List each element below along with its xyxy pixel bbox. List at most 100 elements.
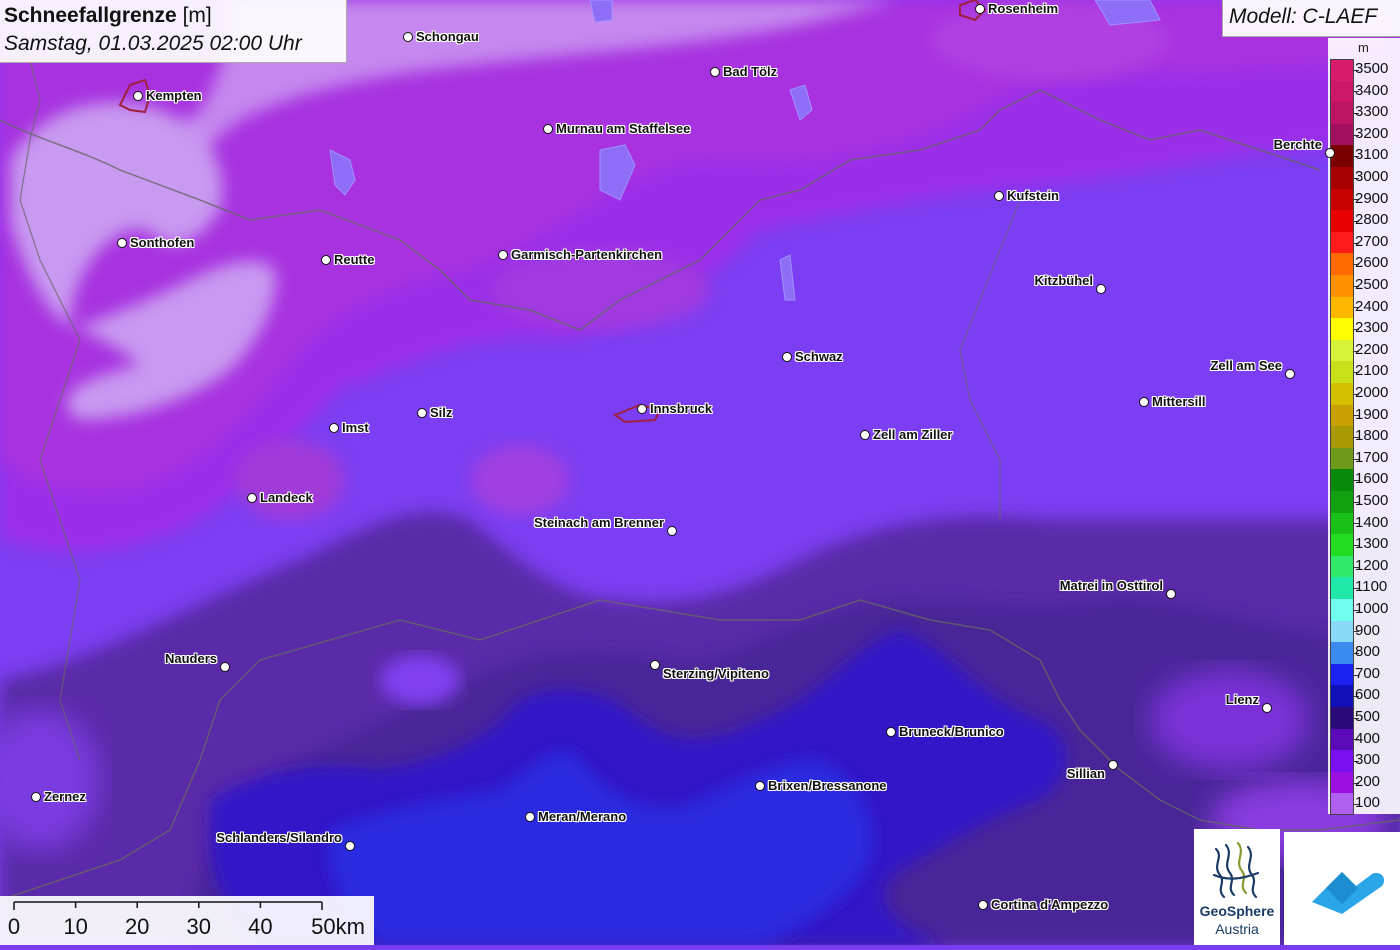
town-dot-icon (525, 812, 535, 822)
town-dot-icon (345, 841, 355, 851)
geosphere-emblem-icon (1212, 841, 1260, 899)
town-name: Bad Tölz (723, 64, 778, 79)
town-dot-icon (1285, 369, 1295, 379)
town-name: Steinach am Brenner (533, 515, 664, 530)
town-dot-icon (1325, 148, 1335, 158)
title-box: Schneefallgrenze [m] Samstag, 01.03.2025… (0, 0, 347, 63)
legend-label: 1300 (1355, 535, 1389, 553)
legend-unit: m (1358, 40, 1369, 55)
legend-label: 1400 (1355, 513, 1389, 531)
town-dot-icon (498, 250, 508, 260)
town-dot-icon (403, 32, 413, 42)
town-dot-icon (1108, 760, 1118, 770)
model-label: Modell: C-LAEF (1229, 5, 1378, 28)
town-dot-icon (1139, 397, 1149, 407)
town-dot-icon (220, 662, 230, 672)
town-dot-icon (710, 67, 720, 77)
zone-250m-patch (490, 250, 710, 330)
town-dot-icon (637, 404, 647, 414)
town-name: Silz (430, 405, 453, 420)
zone-250m-patch (470, 445, 570, 515)
town-name: Schlanders/Silandro (216, 830, 342, 845)
town-name: Berchte (1273, 137, 1322, 152)
legend-border (1330, 59, 1354, 815)
legend-label: 400 (1355, 729, 1381, 747)
town-name: Sterzing/Vipiteno (663, 666, 769, 681)
town-name: Sonthofen (130, 235, 195, 250)
town-name: Brixen/Bressanone (768, 778, 887, 793)
town-dot-icon (978, 900, 988, 910)
town-dot-icon (782, 352, 792, 362)
map-title: Schneefallgrenze [m] (4, 4, 212, 28)
town-name: Matrei in Osttirol (1059, 578, 1163, 593)
town-name: Imst (342, 420, 369, 435)
town-name: Reutte (334, 252, 375, 267)
scale-bar: 0 10 20 30 40 50km (0, 896, 374, 945)
town-name: Bruneck/Brunico (899, 724, 1004, 739)
legend-label: 1100 (1355, 578, 1388, 596)
geosphere-logo[interactable]: GeoSphere Austria (1194, 829, 1280, 945)
town-name: Schwaz (795, 349, 843, 364)
town-name: Innsbruck (650, 401, 713, 416)
legend-label: 2200 (1355, 340, 1389, 358)
scale-label: 10 (63, 914, 88, 939)
town-name: Sillian (1066, 766, 1105, 781)
town-name: Mittersill (1152, 394, 1206, 409)
legend-label: 1500 (1355, 492, 1389, 509)
legend-label: 1700 (1355, 448, 1389, 466)
map-title-unit: [m] (182, 4, 212, 27)
town-dot-icon (417, 408, 427, 418)
color-legend: m 3500 3400 3300 3200 3100 3000 2900 2800 2700 26… (1328, 38, 1400, 816)
town-name: Kempten (146, 88, 202, 103)
town-name: Zernez (44, 789, 86, 804)
legend-label: 2700 (1355, 232, 1389, 250)
scale-label: 50km (311, 914, 365, 939)
town-name: Kufstein (1007, 188, 1059, 203)
legend-label: 2500 (1355, 276, 1389, 293)
town-name: Lienz (1225, 692, 1259, 707)
town-name: Meran/Merano (538, 809, 627, 824)
legend-label: 1200 (1355, 556, 1389, 574)
town-dot-icon (975, 4, 985, 14)
town-dot-icon (321, 255, 331, 265)
scale-label: 0 (7, 914, 21, 939)
legend-label: 2400 (1355, 297, 1389, 315)
town-dot-icon (860, 430, 870, 440)
legend-label: 200 (1355, 772, 1381, 790)
town-dot-icon (133, 91, 143, 101)
scale-label: 40 (248, 914, 273, 939)
town-name: Landeck (260, 490, 313, 505)
legend-label: 3300 (1355, 103, 1389, 121)
town-name: Murnau am Staffelsee (556, 121, 691, 136)
geosphere-name: GeoSphere (1199, 903, 1275, 919)
legend-label: 700 (1355, 664, 1381, 682)
legend-label: 300 (1355, 751, 1381, 769)
legend-label: 1900 (1355, 405, 1389, 423)
town-dot-icon (1262, 703, 1272, 713)
model-box: Modell: C-LAEF (1222, 0, 1400, 37)
town-dot-icon (667, 526, 677, 536)
weather-app-logo[interactable] (1284, 832, 1400, 945)
legend-label: 1600 (1355, 470, 1389, 488)
legend-label: 2800 (1355, 211, 1389, 229)
legend-label: 1800 (1355, 427, 1389, 445)
legend-label: 2100 (1355, 362, 1389, 380)
town-dot-icon (886, 727, 896, 737)
scale-label: 30 (186, 914, 212, 939)
map-title-main: Schneefallgrenze (4, 4, 177, 27)
town-dot-icon (755, 781, 765, 791)
town-dot-icon (543, 124, 553, 134)
snowfall-line-map[interactable] (0, 0, 1400, 945)
town-dot-icon (329, 423, 339, 433)
map-datetime: Samstag, 01.03.2025 02:00 Uhr (4, 32, 302, 55)
scale-label: 20 (124, 914, 150, 939)
legend-label: 2300 (1355, 319, 1389, 337)
zone-300m-patch (1150, 670, 1310, 770)
zone-250m-patch (235, 440, 345, 520)
town-name: Zell am Ziller (873, 427, 953, 442)
legend-label: 3200 (1355, 124, 1389, 142)
legend-label: 100 (1355, 794, 1381, 812)
legend-label: 2900 (1355, 189, 1389, 207)
town-name: Zell am See (1210, 358, 1282, 373)
town-dot-icon (247, 493, 257, 503)
